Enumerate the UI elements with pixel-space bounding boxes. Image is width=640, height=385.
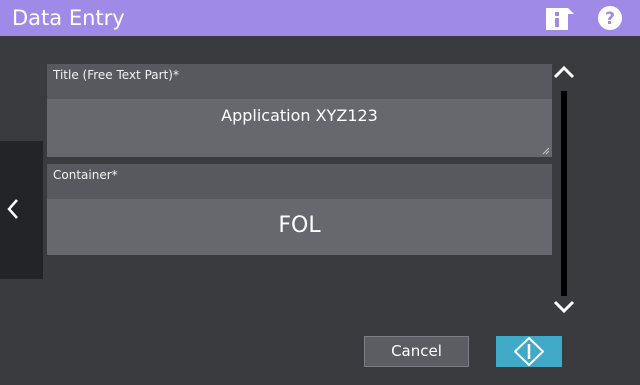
svg-text:?: ? (605, 9, 615, 29)
container-field-header: Container* (47, 164, 552, 199)
chevron-down-icon (553, 300, 575, 314)
container-field-label: Container* (53, 168, 118, 182)
start-diamond-icon (514, 337, 544, 366)
scrollbar[interactable] (561, 91, 567, 296)
start-button[interactable] (496, 336, 562, 367)
info-button[interactable] (545, 4, 575, 32)
info-icon (546, 8, 574, 30)
scroll-up-button[interactable] (551, 62, 577, 82)
data-entry-screen: Data Entry ? Title (Free Text Part)* App… (0, 0, 640, 385)
title-field[interactable]: Title (Free Text Part)* Application XYZ1… (47, 64, 552, 157)
scroll-down-button[interactable] (551, 297, 577, 317)
help-button[interactable]: ? (597, 5, 623, 31)
cancel-button[interactable]: Cancel (364, 336, 469, 367)
title-field-header: Title (Free Text Part)* (47, 64, 552, 99)
container-field-value[interactable]: FOL (47, 213, 552, 238)
container-field[interactable]: Container* FOL (47, 164, 552, 255)
title-field-value[interactable]: Application XYZ123 (47, 106, 552, 125)
page-title: Data Entry (12, 6, 125, 30)
resize-grip-icon[interactable] (542, 147, 550, 155)
chevron-left-icon (7, 199, 18, 219)
back-button[interactable] (0, 141, 43, 279)
title-field-label: Title (Free Text Part)* (53, 68, 179, 82)
chevron-up-icon (553, 65, 575, 79)
help-icon: ? (598, 6, 622, 30)
header-bar: Data Entry ? (0, 0, 640, 36)
